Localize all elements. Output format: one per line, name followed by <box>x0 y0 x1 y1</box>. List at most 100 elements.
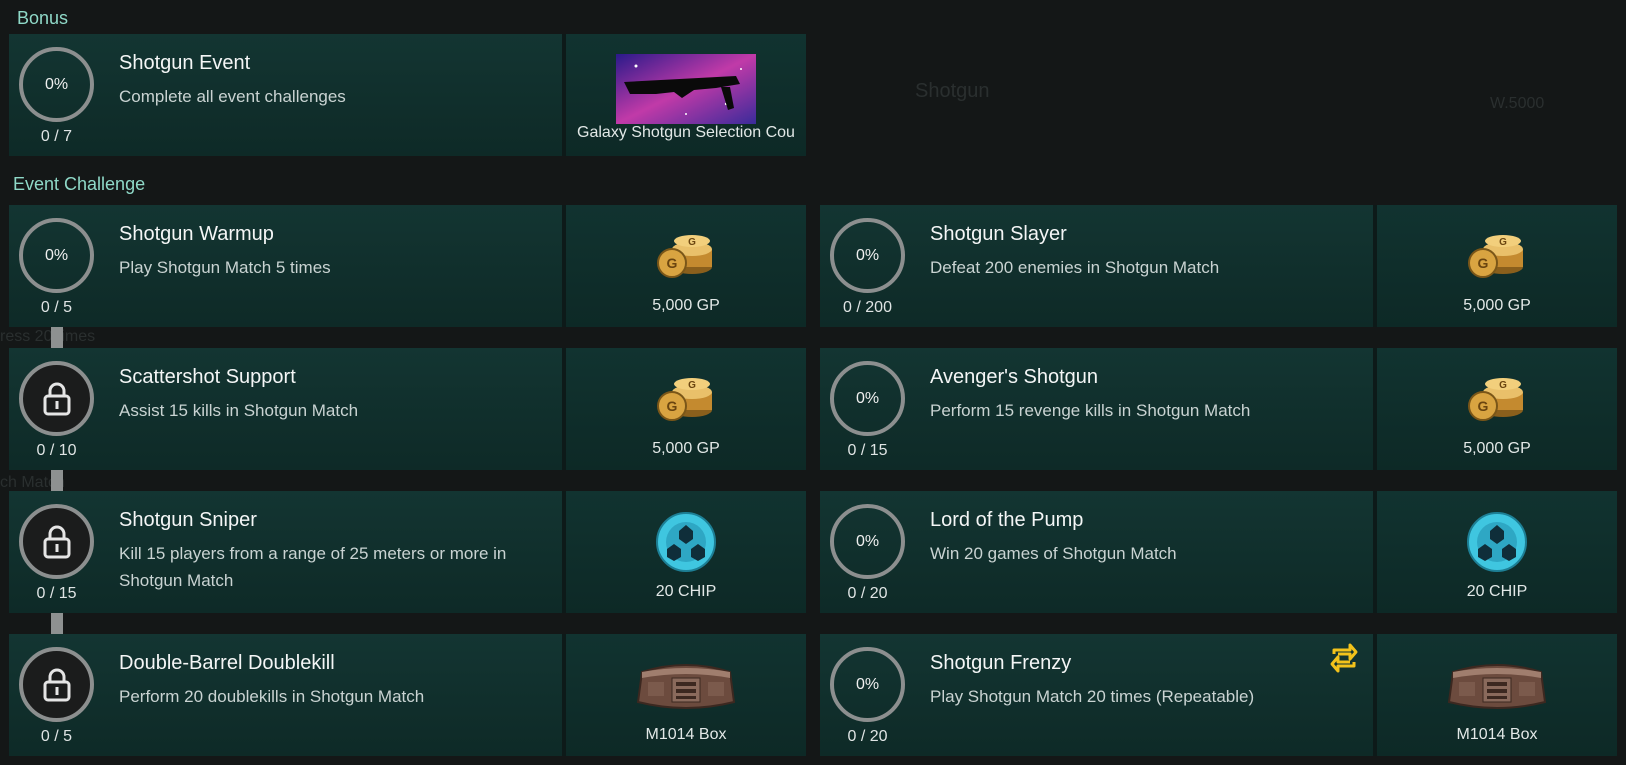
challenge-title: Scattershot Support <box>119 366 296 388</box>
challenge-card-shotgun-sniper[interactable]: 0 / 15 Shotgun Sniper Kill 15 players fr… <box>9 491 806 613</box>
progress-count: 0 / 20 <box>847 728 888 745</box>
progress-count: 0 / 5 <box>40 728 73 745</box>
challenge-main: 0 / 5 Double-Barrel Doublekill Perform 2… <box>9 634 558 756</box>
challenge-main: 0% 0 / 20 Lord of the Pump Win 20 games … <box>820 491 1369 613</box>
section-title-bonus: Bonus <box>17 8 69 28</box>
challenge-card-lord-of-the-pump[interactable]: 0% 0 / 20 Lord of the Pump Win 20 games … <box>820 491 1617 613</box>
svg-text:G: G <box>688 380 696 391</box>
progress-percent: 0% <box>855 532 880 550</box>
svg-text:G: G <box>667 255 678 271</box>
background-text: ress 20 times <box>0 328 96 345</box>
svg-text:G: G <box>1478 398 1489 414</box>
lock-icon <box>19 361 94 436</box>
reward-label: 20 CHIP <box>1466 583 1528 600</box>
reward-panel[interactable]: G G 5,000 GP <box>562 205 806 327</box>
progress-count: 0 / 200 <box>843 299 892 316</box>
challenge-main: 0% 0 / 200 Shotgun Slayer Defeat 200 ene… <box>820 205 1369 327</box>
progress-count: 0 / 7 <box>40 128 73 145</box>
challenge-title: Shotgun Warmup <box>119 223 274 245</box>
progress-percent: 0% <box>44 246 69 264</box>
challenge-card-shotgun-frenzy[interactable]: 0% 0 / 20 Shotgun Frenzy Play Shotgun Ma… <box>820 634 1617 756</box>
challenge-main: 0% 0 / 7 Shotgun Event Complete all even… <box>9 34 558 156</box>
challenge-title: Shotgun Event <box>119 52 251 74</box>
chain-connector <box>51 613 63 635</box>
progress-percent: 0% <box>855 246 880 264</box>
gp-coins-icon: G G <box>1465 370 1529 431</box>
progress-count: 0 / 10 <box>36 442 77 459</box>
chain-connector <box>51 470 63 492</box>
section-title-event-challenge: Event Challenge <box>13 174 146 194</box>
challenge-title: Lord of the Pump <box>930 509 1084 531</box>
reward-panel[interactable]: M1014 Box <box>1373 634 1617 756</box>
challenge-title: Avenger's Shotgun <box>930 366 1099 388</box>
reward-label: 20 CHIP <box>655 583 717 600</box>
progress-percent: 0% <box>855 389 880 407</box>
gp-coins-icon: G G <box>1465 227 1529 288</box>
challenge-main: 0% 0 / 15 Avenger's Shotgun Perform 15 r… <box>820 348 1369 470</box>
challenge-card-double-barrel-doublekill[interactable]: 0 / 5 Double-Barrel Doublekill Perform 2… <box>9 634 806 756</box>
reward-label: M1014 Box <box>1456 726 1538 743</box>
challenge-main: 0% 0 / 5 Shotgun Warmup Play Shotgun Mat… <box>9 205 558 327</box>
reward-label: Galaxy Shotgun Selection Cou <box>577 124 795 141</box>
challenge-main: 0 / 10 Scattershot Support Assist 15 kil… <box>9 348 558 470</box>
reward-panel[interactable]: 20 CHIP <box>1373 491 1617 613</box>
challenge-description: Complete all event challenges <box>119 87 346 106</box>
challenge-description: Play Shotgun Match 5 times <box>119 258 331 277</box>
reward-panel[interactable]: G G 5,000 GP <box>562 348 806 470</box>
challenge-description: Perform 15 revenge kills in Shotgun Matc… <box>930 401 1251 420</box>
gp-coins-icon: G G <box>654 370 718 431</box>
progress-ring: 0% <box>830 218 905 293</box>
challenge-description: Assist 15 kills in Shotgun Match <box>119 401 359 420</box>
reward-label: 5,000 GP <box>652 297 720 314</box>
challenge-main: 0 / 15 Shotgun Sniper Kill 15 players fr… <box>9 491 558 613</box>
background-text: Shotgun <box>915 80 990 102</box>
bonus-challenge-card[interactable]: 0% 0 / 7 Shotgun Event Complete all even… <box>9 34 806 156</box>
svg-text:G: G <box>1478 255 1489 271</box>
challenge-description: Play Shotgun Match 20 times (Repeatable) <box>930 687 1255 706</box>
reward-panel[interactable]: M1014 Box <box>562 634 806 756</box>
svg-text:G: G <box>1499 380 1507 391</box>
progress-percent: 0% <box>855 675 880 693</box>
chip-icon <box>655 511 717 578</box>
progress-ring: 0% <box>830 361 905 436</box>
challenge-description: Win 20 games of Shotgun Match <box>930 544 1177 563</box>
reward-panel[interactable]: G G 5,000 GP <box>1373 205 1617 327</box>
reward-label: 5,000 GP <box>1463 440 1531 457</box>
reward-panel[interactable]: 20 CHIP <box>562 491 806 613</box>
reward-label: 5,000 GP <box>652 440 720 457</box>
chain-connector <box>51 326 63 348</box>
progress-ring: 0% <box>830 504 905 579</box>
challenge-description: Kill 15 players from a range of 25 meter… <box>119 544 507 590</box>
progress-percent: 0% <box>44 75 69 93</box>
progress-ring: 0% <box>830 647 905 722</box>
m1014-box-icon <box>634 654 738 719</box>
m1014-box-icon <box>1445 654 1549 719</box>
progress-count: 0 / 5 <box>40 299 73 316</box>
challenge-card-scattershot-support[interactable]: 0 / 10 Scattershot Support Assist 15 kil… <box>9 348 806 470</box>
svg-text:G: G <box>688 237 696 248</box>
svg-text:G: G <box>1499 237 1507 248</box>
svg-text:G: G <box>667 398 678 414</box>
reward-panel[interactable]: G G 5,000 GP <box>1373 348 1617 470</box>
progress-count: 0 / 15 <box>847 442 888 459</box>
progress-ring: 0% <box>19 47 94 122</box>
challenge-title: Shotgun Slayer <box>930 223 1067 245</box>
reward-label: M1014 Box <box>645 726 727 743</box>
repeat-icon <box>1330 642 1358 679</box>
progress-count: 0 / 20 <box>847 585 888 602</box>
galaxy-shotgun-icon <box>616 54 756 124</box>
progress-ring: 0% <box>19 218 94 293</box>
progress-count: 0 / 15 <box>36 585 77 602</box>
lock-icon <box>19 504 94 579</box>
challenge-card-shotgun-slayer[interactable]: 0% 0 / 200 Shotgun Slayer Defeat 200 ene… <box>820 205 1617 327</box>
reward-panel[interactable]: Galaxy Shotgun Selection Cou <box>562 34 806 156</box>
challenge-main: 0% 0 / 20 Shotgun Frenzy Play Shotgun Ma… <box>820 634 1369 756</box>
background-text: W.5000 <box>1490 95 1545 112</box>
challenge-card-shotgun-warmup[interactable]: 0% 0 / 5 Shotgun Warmup Play Shotgun Mat… <box>9 205 806 327</box>
challenge-card-avenger-s-shotgun[interactable]: 0% 0 / 15 Avenger's Shotgun Perform 15 r… <box>820 348 1617 470</box>
challenge-description: Defeat 200 enemies in Shotgun Match <box>930 258 1220 277</box>
challenge-title: Shotgun Sniper <box>119 509 257 531</box>
gp-coins-icon: G G <box>654 227 718 288</box>
challenge-title: Double-Barrel Doublekill <box>119 652 335 674</box>
challenge-title: Shotgun Frenzy <box>930 652 1072 674</box>
